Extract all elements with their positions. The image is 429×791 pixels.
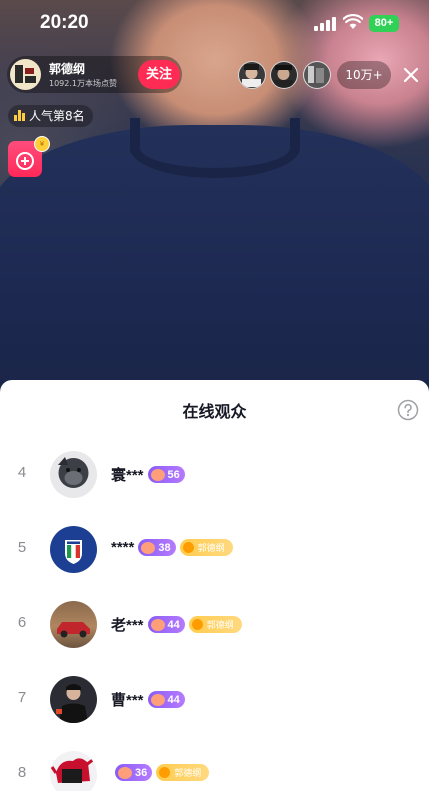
audience-name: **** — [111, 539, 135, 556]
signal-icon — [314, 17, 336, 31]
level-value: 44 — [167, 693, 180, 706]
host-likes: 1092.1万本场点赞 — [49, 79, 117, 88]
audience-rank: 4 — [17, 464, 27, 481]
audience-name: 曹*** — [111, 692, 144, 709]
level-value: 56 — [167, 468, 180, 481]
gift-coin-icon: ¥ — [34, 136, 50, 152]
audience-rank: 6 — [17, 614, 27, 631]
status-time: 20:20 — [40, 12, 89, 33]
audience-rank: 7 — [17, 689, 27, 706]
level-badge: 36 — [115, 764, 153, 781]
level-value: 44 — [167, 618, 180, 631]
host-name: 郭德纲 — [49, 62, 86, 76]
host-avatar[interactable] — [10, 59, 41, 90]
fan-club-badge: 郭德纲 — [156, 764, 210, 781]
live-room-screen: 20:20 80+ 郭德纲 1092.1万本场点赞 关注 10万+ 人气第8名 … — [0, 0, 429, 791]
gift-box-icon[interactable]: ¥ — [8, 136, 50, 177]
audience-avatar[interactable] — [50, 751, 97, 791]
fan-club-icon — [182, 542, 194, 553]
online-viewer-count[interactable]: 10万+ — [337, 61, 391, 89]
audience-name: 寰*** — [111, 467, 144, 484]
help-icon[interactable] — [397, 399, 419, 421]
level-badge: 44 — [147, 616, 185, 633]
audience-rank: 5 — [17, 539, 27, 556]
close-icon[interactable] — [400, 64, 422, 86]
video-subject-collar — [130, 118, 300, 178]
fan-club-name: 郭德纲 — [174, 769, 202, 779]
bar-chart-icon — [14, 110, 26, 121]
audience-avatar[interactable] — [50, 451, 97, 498]
level-badge: 44 — [147, 691, 185, 708]
sheet-title: 在线观众 — [182, 402, 247, 421]
fan-club-name: 郭德纲 — [197, 544, 225, 554]
gem-icon — [150, 693, 165, 706]
fan-club-icon — [159, 767, 171, 778]
fan-club-icon — [191, 619, 203, 630]
audience-row[interactable]: 8 36 郭德纲 — [0, 745, 429, 791]
status-bar: 20:20 80+ — [0, 0, 429, 46]
gem-icon — [150, 618, 165, 631]
wifi-icon — [343, 14, 363, 29]
online-audience-sheet: 在线观众 4 寰*** 56 5 **** 38 郭德纲 6 老*** 44 郭… — [0, 380, 429, 791]
audience-row[interactable]: 4 寰*** 56 — [0, 445, 429, 505]
gem-icon — [141, 541, 156, 554]
host-avatar-art — [15, 65, 36, 83]
audience-avatar[interactable] — [50, 676, 97, 723]
level-value: 38 — [158, 541, 171, 554]
top-viewer-avatar[interactable] — [303, 61, 331, 89]
top-viewer-avatar[interactable] — [238, 61, 266, 89]
fan-club-name: 郭德纲 — [206, 621, 234, 631]
top-viewer-avatar[interactable] — [270, 61, 298, 89]
audience-rank: 8 — [17, 764, 27, 781]
level-value: 36 — [135, 766, 148, 779]
fan-club-badge: 郭德纲 — [188, 616, 242, 633]
gem-icon — [118, 766, 132, 779]
audience-avatar[interactable] — [50, 601, 97, 648]
level-badge: 38 — [138, 539, 176, 556]
audience-row[interactable]: 6 老*** 44 郭德纲 — [0, 595, 429, 655]
battery-icon: 80+ — [369, 15, 399, 32]
popularity-rank-label: 人气第8名 — [29, 109, 85, 123]
audience-avatar[interactable] — [50, 526, 97, 573]
gem-icon — [150, 468, 165, 481]
level-badge: 56 — [147, 466, 185, 483]
fan-club-badge: 郭德纲 — [179, 539, 233, 556]
audience-row[interactable]: 5 **** 38 郭德纲 — [0, 520, 429, 580]
audience-row[interactable]: 7 曹*** 44 — [0, 670, 429, 730]
follow-button[interactable]: 关注 — [138, 60, 180, 89]
popularity-rank-badge[interactable]: 人气第8名 — [8, 105, 93, 127]
audience-name: 老*** — [111, 617, 144, 634]
host-info[interactable]: 郭德纲 1092.1万本场点赞 关注 — [7, 56, 182, 93]
